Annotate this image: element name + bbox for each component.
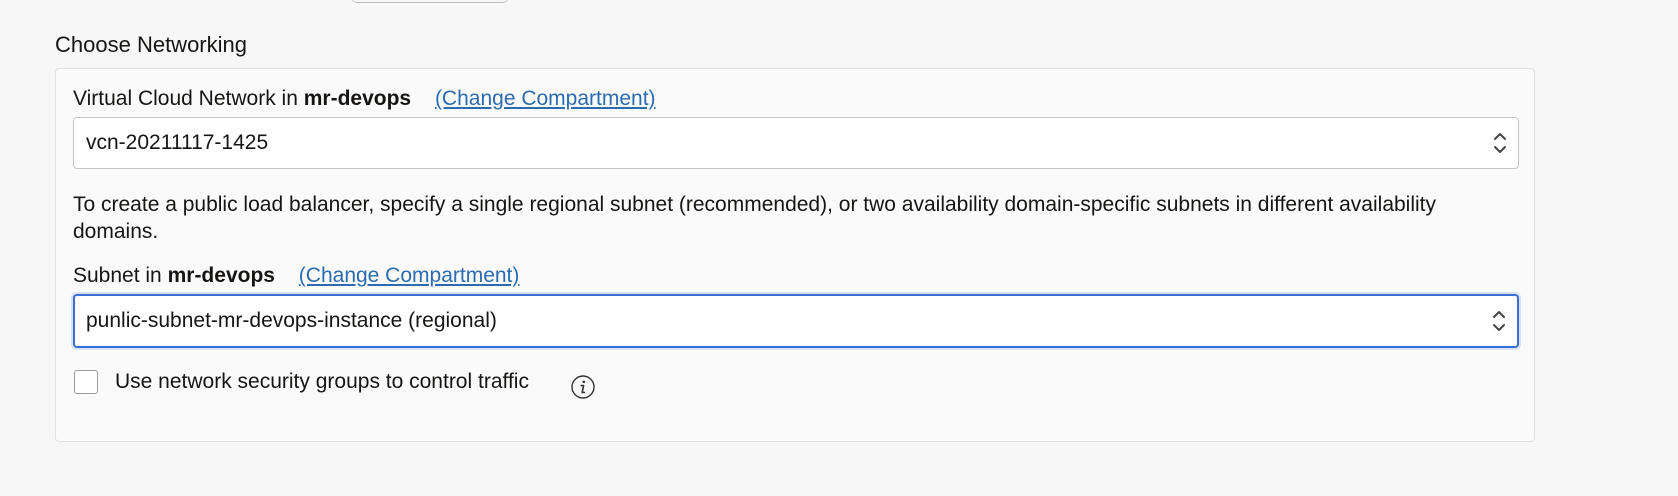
nsg-checkbox[interactable] — [74, 370, 98, 394]
networking-panel: Virtual Cloud Network in mr-devops (Chan… — [55, 68, 1535, 442]
load-balancer-help-text: To create a public load balancer, specif… — [73, 193, 1437, 243]
subnet-compartment-name: mr-devops — [167, 264, 275, 287]
subnet-label: Subnet in mr-devops (Change Compartment) — [73, 262, 519, 290]
collapsed-section-edge — [350, 0, 510, 3]
vcn-select[interactable]: vcn-20211117-1425 — [73, 117, 1519, 169]
subnet-select-value: punlic-subnet-mr-devops-instance (region… — [86, 309, 497, 332]
section-title: Choose Networking — [55, 32, 247, 57]
up-down-chevron-icon — [1494, 133, 1506, 153]
nsg-checkbox-label: Use network security groups to control t… — [115, 370, 529, 393]
info-icon[interactable] — [571, 375, 595, 399]
vcn-label-prefix: Virtual Cloud Network in — [73, 87, 298, 110]
vcn-select-value: vcn-20211117-1425 — [86, 131, 269, 154]
subnet-change-compartment-link[interactable]: (Change Compartment) — [299, 264, 520, 287]
subnet-select[interactable]: punlic-subnet-mr-devops-instance (region… — [73, 294, 1519, 348]
vcn-label: Virtual Cloud Network in mr-devops (Chan… — [73, 85, 656, 113]
subnet-label-prefix: Subnet in — [73, 264, 162, 287]
vcn-compartment-name: mr-devops — [303, 87, 412, 110]
vcn-change-compartment-link[interactable]: (Change Compartment) — [435, 87, 656, 110]
up-down-chevron-icon — [1493, 311, 1505, 331]
